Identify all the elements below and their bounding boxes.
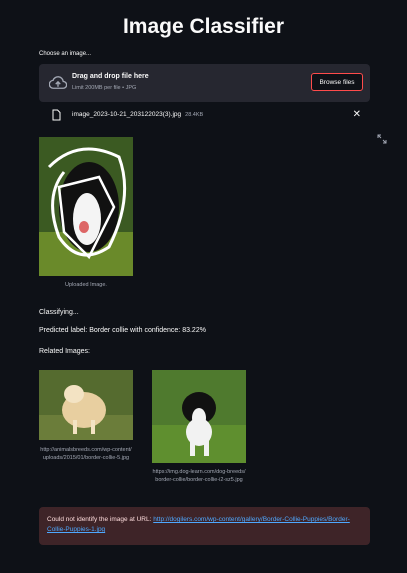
file-dropzone[interactable]: Drag and drop file here Limit 200MB per … — [39, 64, 370, 102]
related-images-heading: Related Images: — [39, 348, 90, 355]
file-size: 28.4KB — [185, 112, 204, 118]
classifying-status: Classifying... — [39, 309, 79, 316]
uploaded-file-row: image_2023-10-21_203122023(3).jpg 28.4KB … — [39, 107, 370, 123]
related-image — [152, 370, 246, 463]
uploader-label: Choose an image... — [39, 51, 92, 57]
page-title: Image Classifier — [122, 15, 285, 38]
fullscreen-expand-icon[interactable] — [377, 134, 387, 144]
predicted-label: Predicted label: Border collie with conf… — [39, 327, 206, 334]
related-image-caption: https://img.dog-learn.com/dog-breeds/bor… — [152, 469, 246, 483]
remove-file-icon[interactable]: ✕ — [353, 109, 361, 120]
dropzone-title: Drag and drop file here — [72, 73, 149, 80]
related-image — [39, 370, 133, 440]
cloud-upload-icon — [49, 76, 67, 89]
dropzone-limit: Limit 200MB per file • JPG — [72, 85, 137, 91]
file-name: image_2023-10-21_203122023(3).jpg — [72, 111, 182, 118]
related-image-caption: http://animalsbreeds.com/wp-content/uplo… — [40, 447, 132, 461]
error-message: Could not identify the image at URL: — [47, 516, 154, 523]
uploaded-image — [39, 137, 133, 276]
uploaded-image-caption: Uploaded Image. — [65, 282, 107, 288]
file-name-row: image_2023-10-21_203122023(3).jpg 28.4KB — [72, 111, 203, 118]
file-icon — [52, 109, 61, 121]
error-alert: Could not identify the image at URL: htt… — [39, 507, 370, 545]
browse-files-button[interactable]: Browse files — [311, 73, 363, 91]
